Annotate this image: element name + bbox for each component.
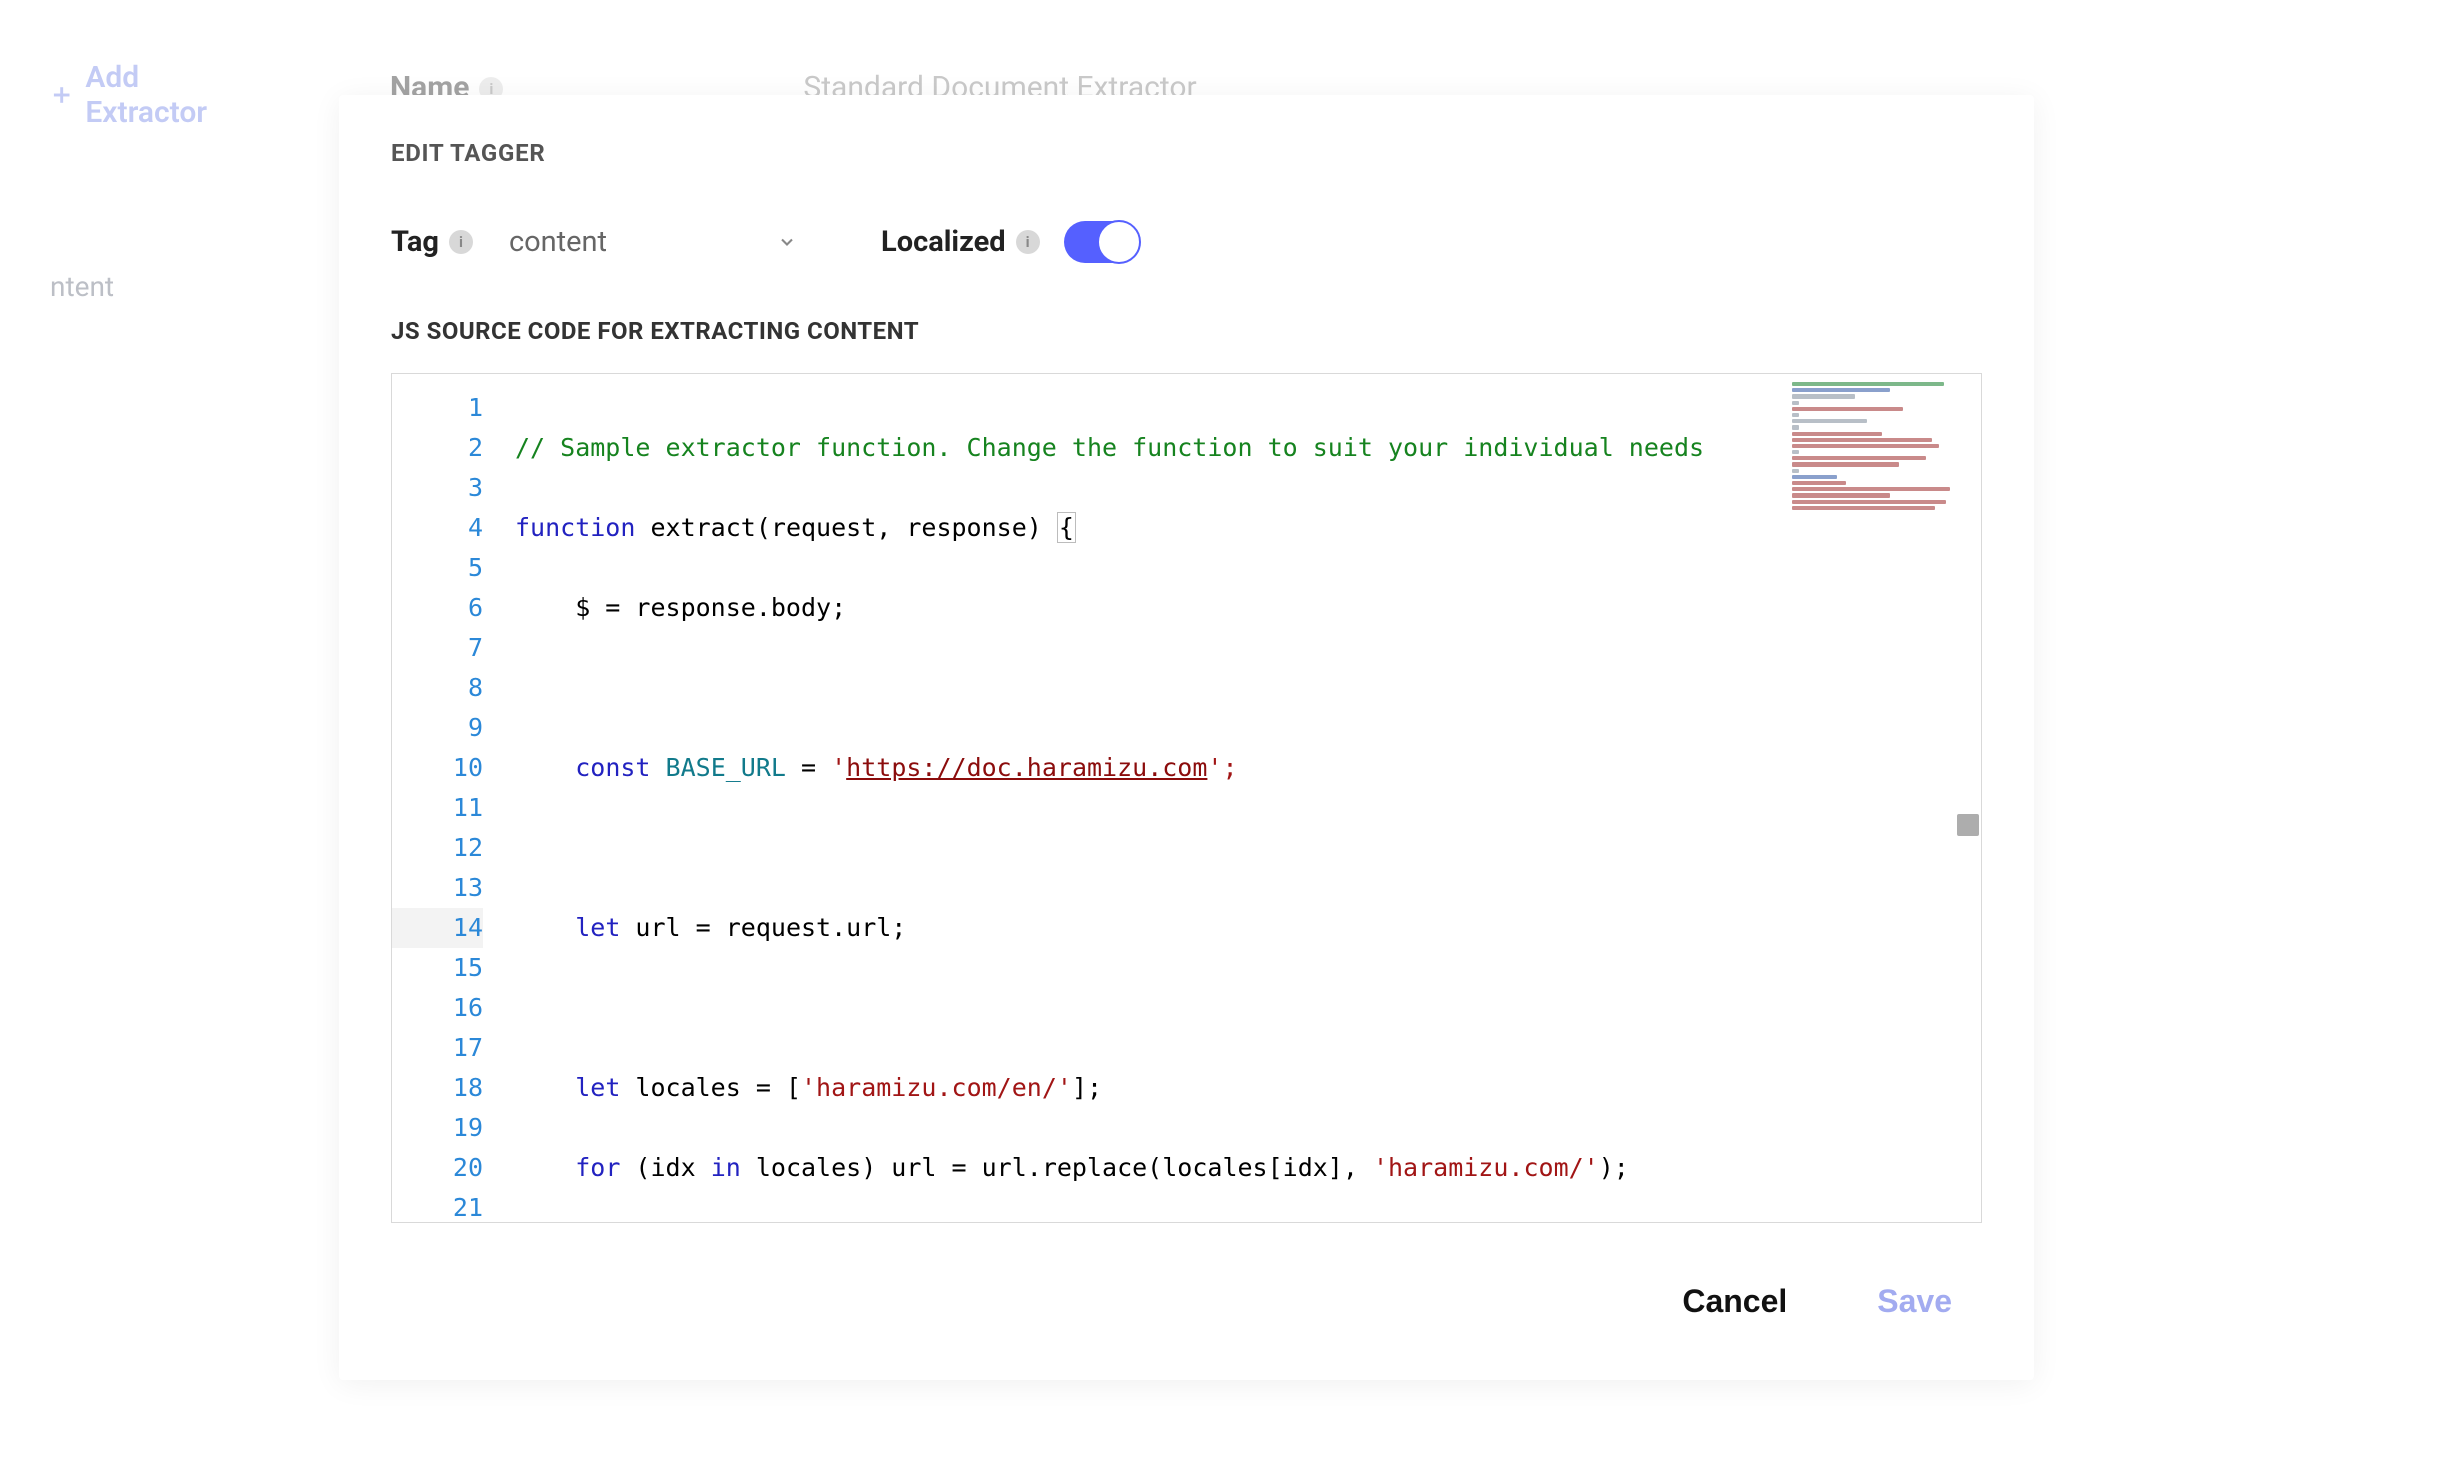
code-section-label: JS SOURCE CODE FOR EXTRACTING CONTENT [391, 317, 1982, 345]
edit-tagger-modal: EDIT TAGGER Tagi content Localizedi JS S… [339, 95, 2034, 1380]
minimap-content [1784, 376, 1979, 518]
save-button[interactable]: Save [1877, 1283, 1952, 1320]
toggle-knob [1097, 220, 1141, 264]
chevron-down-icon [777, 232, 797, 252]
modal-actions: Cancel Save [391, 1283, 1982, 1320]
line-gutter: 123456789101112131415161718192021 [392, 374, 507, 1222]
form-row: Tagi content Localizedi [391, 221, 1982, 263]
tag-label: Tagi [391, 225, 473, 259]
code-editor[interactable]: 123456789101112131415161718192021 // Sam… [391, 373, 1982, 1223]
tag-dropdown[interactable]: content [509, 225, 805, 259]
info-icon[interactable]: i [449, 230, 473, 254]
minimap-slider[interactable] [1957, 814, 1979, 836]
localized-toggle[interactable] [1064, 221, 1140, 263]
cancel-button[interactable]: Cancel [1682, 1283, 1787, 1320]
tag-dropdown-value: content [509, 225, 607, 259]
localized-label: Localizedi [881, 225, 1040, 259]
info-icon[interactable]: i [1016, 230, 1040, 254]
modal-title: EDIT TAGGER [391, 139, 1982, 167]
code-area[interactable]: // Sample extractor function. Change the… [507, 374, 1981, 1222]
minimap[interactable] [1784, 376, 1979, 1216]
